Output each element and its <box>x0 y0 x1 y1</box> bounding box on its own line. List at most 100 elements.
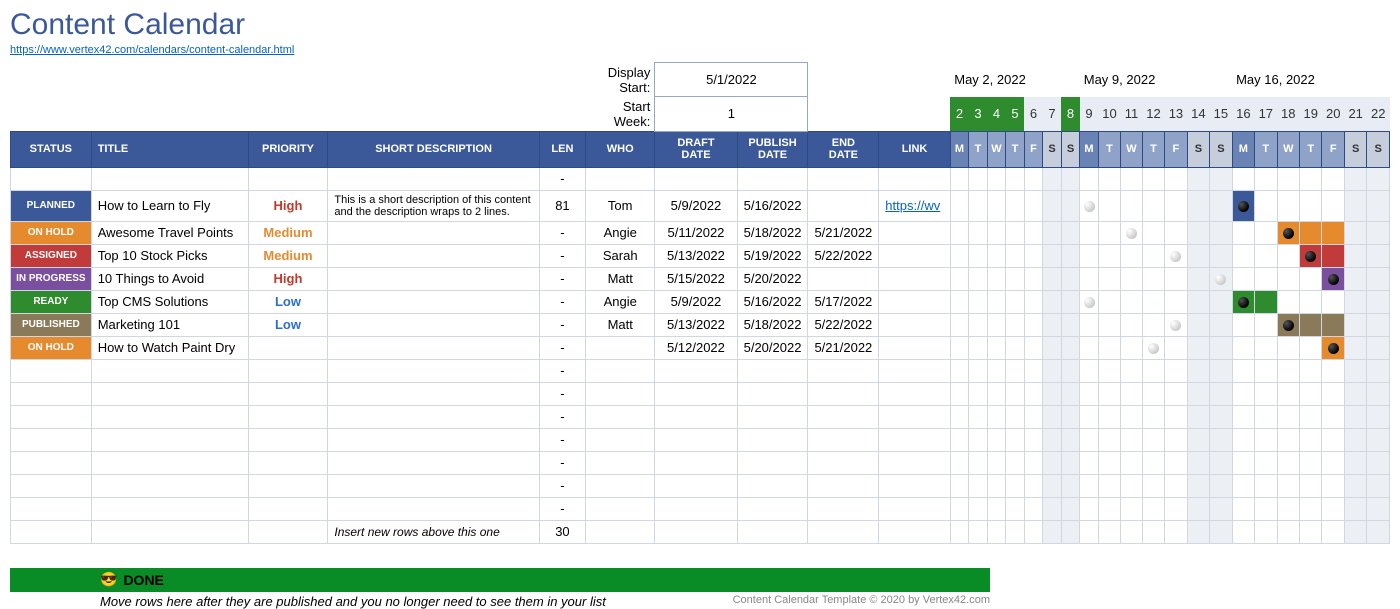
title-cell[interactable] <box>91 497 248 520</box>
draft-date-cell[interactable] <box>655 382 737 405</box>
draft-date-cell[interactable] <box>655 520 737 543</box>
table-row[interactable]: - <box>11 359 1390 382</box>
title-cell[interactable]: Top CMS Solutions <box>91 290 248 313</box>
who-cell[interactable] <box>586 336 655 359</box>
link-cell[interactable] <box>879 428 950 451</box>
description-cell[interactable] <box>328 336 539 359</box>
draft-date-cell[interactable] <box>655 428 737 451</box>
table-row[interactable]: - <box>11 428 1390 451</box>
draft-date-cell[interactable] <box>655 451 737 474</box>
end-date-cell[interactable]: 5/21/2022 <box>808 221 879 244</box>
link-cell[interactable] <box>879 313 950 336</box>
link-cell[interactable] <box>879 267 950 290</box>
description-cell[interactable] <box>328 428 539 451</box>
title-cell[interactable]: 10 Things to Avoid <box>91 267 248 290</box>
who-cell[interactable] <box>586 497 655 520</box>
link-cell[interactable] <box>879 451 950 474</box>
end-date-cell[interactable] <box>808 190 879 221</box>
display-start-value[interactable]: 5/1/2022 <box>655 63 808 97</box>
len-cell[interactable]: - <box>539 221 585 244</box>
title-cell[interactable] <box>91 520 248 543</box>
priority-cell[interactable] <box>248 497 328 520</box>
priority-cell[interactable] <box>248 336 328 359</box>
len-cell[interactable]: 30 <box>539 520 585 543</box>
description-cell[interactable] <box>328 497 539 520</box>
title-cell[interactable]: How to Learn to Fly <box>91 190 248 221</box>
title-cell[interactable] <box>91 428 248 451</box>
who-cell[interactable]: Angie <box>586 290 655 313</box>
priority-cell[interactable] <box>248 474 328 497</box>
who-cell[interactable]: Matt <box>586 267 655 290</box>
priority-cell[interactable] <box>248 520 328 543</box>
link-cell[interactable] <box>879 336 950 359</box>
draft-date-cell[interactable] <box>655 474 737 497</box>
who-cell[interactable]: Angie <box>586 221 655 244</box>
end-date-cell[interactable]: 5/21/2022 <box>808 336 879 359</box>
publish-date-cell[interactable]: 5/20/2022 <box>737 267 808 290</box>
who-cell[interactable] <box>586 405 655 428</box>
table-row[interactable]: ON HOLDAwesome Travel PointsMedium-Angie… <box>11 221 1390 244</box>
who-cell[interactable]: Sarah <box>586 244 655 267</box>
link-cell[interactable] <box>879 405 950 428</box>
title-cell[interactable]: Top 10 Stock Picks <box>91 244 248 267</box>
title-cell[interactable] <box>91 405 248 428</box>
title-cell[interactable] <box>91 474 248 497</box>
who-cell[interactable] <box>586 474 655 497</box>
title-cell[interactable]: Awesome Travel Points <box>91 221 248 244</box>
link-cell[interactable]: https://wv <box>879 190 950 221</box>
priority-cell[interactable] <box>248 428 328 451</box>
draft-date-cell[interactable]: 5/9/2022 <box>655 290 737 313</box>
publish-date-cell[interactable] <box>737 167 808 190</box>
draft-date-cell[interactable]: 5/13/2022 <box>655 313 737 336</box>
end-date-cell[interactable] <box>808 167 879 190</box>
end-date-cell[interactable] <box>808 359 879 382</box>
len-cell[interactable]: - <box>539 267 585 290</box>
link-cell[interactable] <box>879 221 950 244</box>
link-cell[interactable] <box>879 290 950 313</box>
publish-date-cell[interactable] <box>737 428 808 451</box>
publish-date-cell[interactable] <box>737 451 808 474</box>
table-row[interactable]: READYTop CMS SolutionsLow-Angie5/9/20225… <box>11 290 1390 313</box>
link-cell[interactable] <box>879 520 950 543</box>
end-date-cell[interactable] <box>808 428 879 451</box>
table-row[interactable]: - <box>11 474 1390 497</box>
publish-date-cell[interactable]: 5/19/2022 <box>737 244 808 267</box>
end-date-cell[interactable]: 5/22/2022 <box>808 313 879 336</box>
priority-cell[interactable]: Low <box>248 290 328 313</box>
description-cell[interactable] <box>328 382 539 405</box>
description-cell[interactable]: Insert new rows above this one <box>328 520 539 543</box>
publish-date-cell[interactable]: 5/20/2022 <box>737 336 808 359</box>
end-date-cell[interactable] <box>808 382 879 405</box>
description-cell[interactable] <box>328 290 539 313</box>
title-cell[interactable] <box>91 382 248 405</box>
who-cell[interactable] <box>586 167 655 190</box>
priority-cell[interactable]: Medium <box>248 221 328 244</box>
title-cell[interactable]: How to Watch Paint Dry <box>91 336 248 359</box>
draft-date-cell[interactable] <box>655 167 737 190</box>
publish-date-cell[interactable]: 5/16/2022 <box>737 190 808 221</box>
end-date-cell[interactable] <box>808 267 879 290</box>
source-link[interactable]: https://www.vertex42.com/calendars/conte… <box>0 42 1400 62</box>
len-cell[interactable]: 81 <box>539 190 585 221</box>
title-cell[interactable]: Marketing 101 <box>91 313 248 336</box>
priority-cell[interactable]: High <box>248 190 328 221</box>
len-cell[interactable]: - <box>539 451 585 474</box>
end-date-cell[interactable]: 5/17/2022 <box>808 290 879 313</box>
title-cell[interactable] <box>91 451 248 474</box>
end-date-cell[interactable] <box>808 474 879 497</box>
link-cell[interactable] <box>879 244 950 267</box>
description-cell[interactable] <box>328 167 539 190</box>
who-cell[interactable] <box>586 359 655 382</box>
draft-date-cell[interactable]: 5/13/2022 <box>655 244 737 267</box>
len-cell[interactable]: - <box>539 313 585 336</box>
table-row[interactable]: ASSIGNEDTop 10 Stock PicksMedium-Sarah5/… <box>11 244 1390 267</box>
publish-date-cell[interactable] <box>737 382 808 405</box>
publish-date-cell[interactable] <box>737 405 808 428</box>
description-cell[interactable] <box>328 359 539 382</box>
table-row[interactable]: Insert new rows above this one30 <box>11 520 1390 543</box>
title-cell[interactable] <box>91 359 248 382</box>
draft-date-cell[interactable]: 5/15/2022 <box>655 267 737 290</box>
draft-date-cell[interactable] <box>655 497 737 520</box>
title-cell[interactable] <box>91 167 248 190</box>
who-cell[interactable] <box>586 382 655 405</box>
